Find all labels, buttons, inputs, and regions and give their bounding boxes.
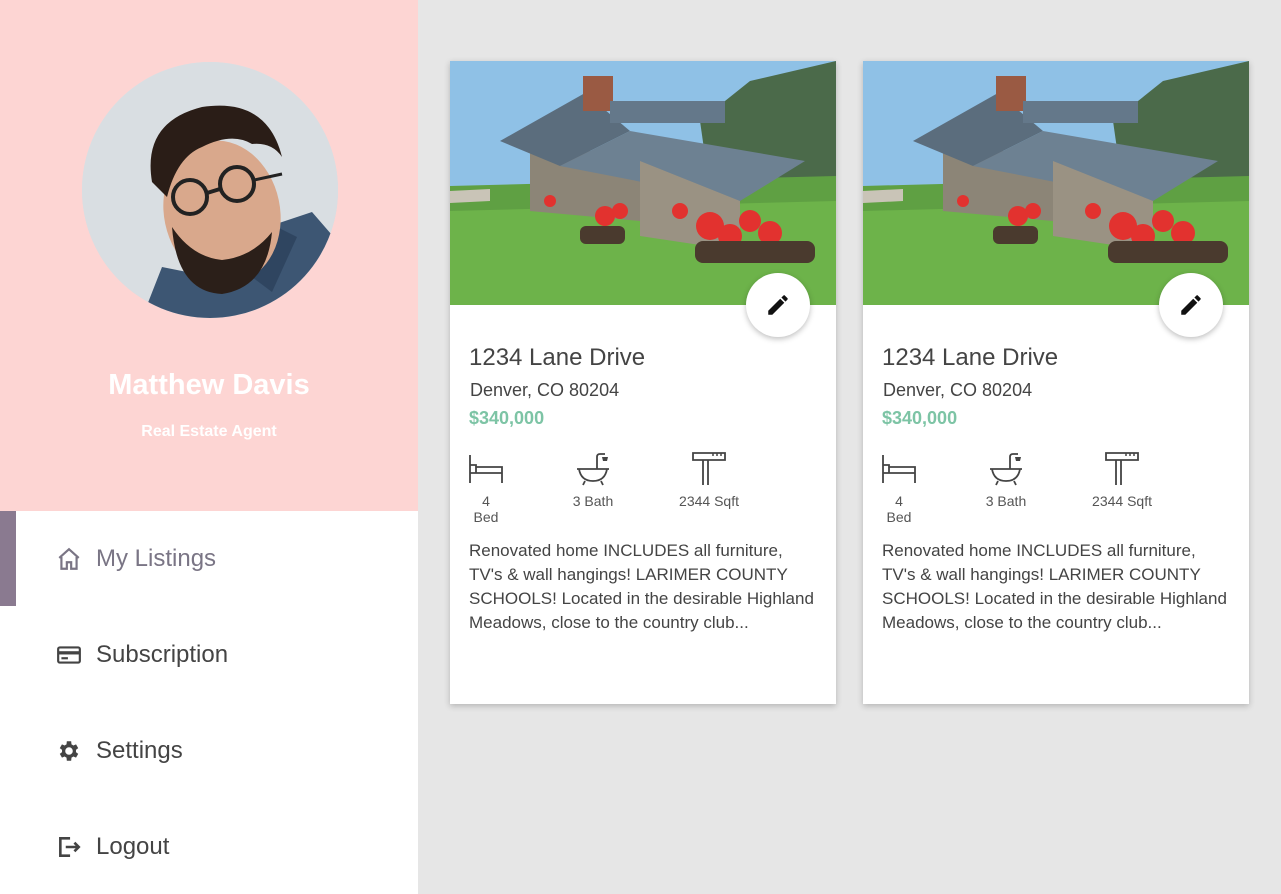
home-icon <box>56 546 82 572</box>
profile-role: Real Estate Agent <box>141 423 277 440</box>
bathtub-icon <box>990 453 1022 486</box>
sqft-count: 2344 Sqft <box>679 493 739 509</box>
sqft-feature: 2344 Sqft <box>1091 451 1153 509</box>
nav-label: Logout <box>96 833 170 860</box>
bath-feature: 3 Bath <box>571 451 615 509</box>
listing-address: 1234 Lane Drive <box>469 344 646 371</box>
nav-item-logout[interactable]: Logout <box>0 799 418 894</box>
avatar-photo <box>82 62 338 318</box>
sidebar: Matthew Davis Real Estate Agent My Listi… <box>0 0 418 894</box>
bed-icon <box>469 455 503 483</box>
listing-card[interactable]: 1234 Lane Drive Denver, CO 80204 $340,00… <box>863 61 1249 704</box>
bath-count: 3 Bath <box>985 493 1027 509</box>
listing-photo <box>863 61 1249 305</box>
credit-card-icon <box>56 642 82 668</box>
listing-price: $340,000 <box>882 408 958 428</box>
bathtub-icon <box>577 453 609 486</box>
ruler-icon <box>1105 452 1139 485</box>
listing-price: $340,000 <box>469 408 545 428</box>
profile-name: Matthew Davis <box>108 369 310 401</box>
nav-item-subscription[interactable]: Subscription <box>0 607 418 703</box>
bath-feature: 3 Bath <box>984 451 1028 509</box>
listing-card[interactable]: 1234 Lane Drive Denver, CO 80204 $340,00… <box>450 61 836 704</box>
bed-count: 4 Bed <box>473 493 499 525</box>
pencil-icon <box>1181 295 1201 315</box>
listing-description: Renovated home INCLUDES all furniture, T… <box>882 541 1227 632</box>
pencil-icon <box>768 295 788 315</box>
bed-icon <box>882 455 916 483</box>
gear-icon <box>56 738 82 764</box>
listing-description: Renovated home INCLUDES all furniture, T… <box>469 541 814 632</box>
sqft-feature: 2344 Sqft <box>678 451 740 509</box>
nav-item-settings[interactable]: Settings <box>0 703 418 799</box>
nav-label: Subscription <box>96 641 229 668</box>
bed-feature: 4 Bed <box>468 451 504 525</box>
listing-city: Denver, CO 80204 <box>470 380 620 400</box>
ruler-icon <box>692 452 726 485</box>
profile-panel: Matthew Davis Real Estate Agent <box>0 0 418 511</box>
avatar <box>82 62 338 318</box>
edit-button[interactable] <box>746 273 810 337</box>
listing-address: 1234 Lane Drive <box>882 344 1059 371</box>
bath-count: 3 Bath <box>572 493 614 509</box>
nav-label: My Listings <box>96 545 217 572</box>
sidebar-nav: My Listings Subscription Settings Logout <box>0 511 418 894</box>
nav-item-my-listings[interactable]: My Listings <box>0 511 418 607</box>
listing-city: Denver, CO 80204 <box>883 380 1033 400</box>
bed-count: 4 Bed <box>886 493 912 525</box>
sqft-count: 2344 Sqft <box>1092 493 1152 509</box>
bed-feature: 4 Bed <box>881 451 917 525</box>
edit-button[interactable] <box>1159 273 1223 337</box>
logout-icon <box>56 834 82 860</box>
listing-photo <box>450 61 836 305</box>
nav-label: Settings <box>96 737 183 764</box>
